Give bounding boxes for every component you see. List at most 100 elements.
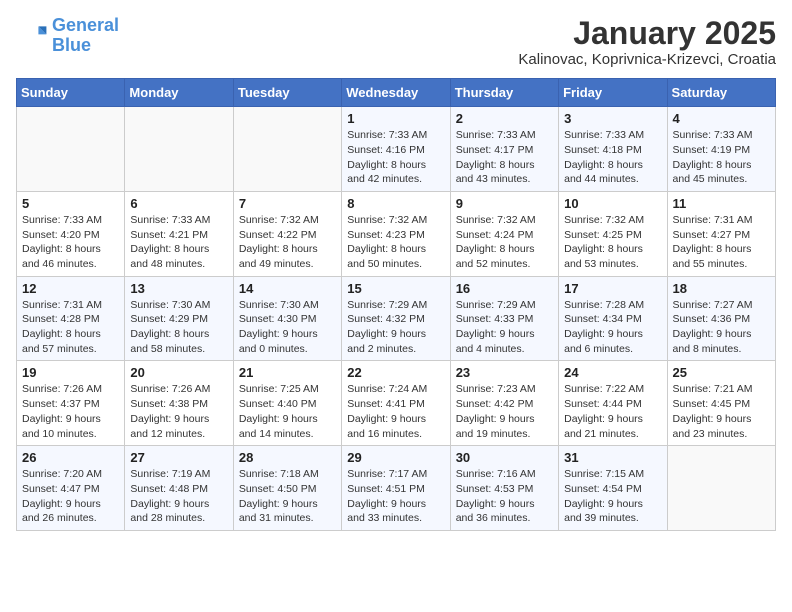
day-info: Sunrise: 7:31 AM Sunset: 4:27 PM Dayligh… [673, 213, 770, 272]
day-info: Sunrise: 7:26 AM Sunset: 4:37 PM Dayligh… [22, 382, 119, 441]
day-info: Sunrise: 7:21 AM Sunset: 4:45 PM Dayligh… [673, 382, 770, 441]
calendar-week-row: 12Sunrise: 7:31 AM Sunset: 4:28 PM Dayli… [17, 276, 776, 361]
day-number: 4 [673, 111, 770, 126]
day-number: 13 [130, 281, 227, 296]
day-info: Sunrise: 7:33 AM Sunset: 4:20 PM Dayligh… [22, 213, 119, 272]
calendar-cell: 22Sunrise: 7:24 AM Sunset: 4:41 PM Dayli… [342, 361, 450, 446]
logo-icon [16, 20, 48, 52]
day-info: Sunrise: 7:22 AM Sunset: 4:44 PM Dayligh… [564, 382, 661, 441]
day-number: 1 [347, 111, 444, 126]
day-of-week-header: Sunday [17, 79, 125, 107]
day-number: 5 [22, 196, 119, 211]
calendar-cell [233, 107, 341, 192]
day-info: Sunrise: 7:33 AM Sunset: 4:18 PM Dayligh… [564, 128, 661, 187]
day-info: Sunrise: 7:26 AM Sunset: 4:38 PM Dayligh… [130, 382, 227, 441]
day-number: 12 [22, 281, 119, 296]
day-info: Sunrise: 7:32 AM Sunset: 4:24 PM Dayligh… [456, 213, 553, 272]
calendar-title: January 2025 [518, 16, 776, 51]
day-info: Sunrise: 7:25 AM Sunset: 4:40 PM Dayligh… [239, 382, 336, 441]
day-number: 21 [239, 365, 336, 380]
day-number: 7 [239, 196, 336, 211]
calendar-cell: 21 Sunrise: 7:25 AM Sunset: 4:40 PM Dayli… [233, 361, 341, 446]
day-number: 8 [347, 196, 444, 211]
day-info: Sunrise: 7:32 AM Sunset: 4:22 PM Dayligh… [239, 213, 336, 272]
calendar-cell: 31 Sunrise: 7:15 AM Sunset: 4:54 PM Dayli… [559, 446, 667, 531]
day-of-week-header: Wednesday [342, 79, 450, 107]
day-number: 31 [564, 450, 661, 465]
calendar-cell: 4 Sunrise: 7:33 AM Sunset: 4:19 PM Daylig… [667, 107, 775, 192]
day-number: 19 [22, 365, 119, 380]
calendar-cell: 25Sunrise: 7:21 AM Sunset: 4:45 PM Dayli… [667, 361, 775, 446]
day-info: Sunrise: 7:28 AM Sunset: 4:34 PM Dayligh… [564, 298, 661, 357]
day-number: 29 [347, 450, 444, 465]
day-info: Sunrise: 7:15 AM Sunset: 4:54 PM Dayligh… [564, 467, 661, 526]
calendar-cell: 6 Sunrise: 7:33 AM Sunset: 4:21 PM Daylig… [125, 191, 233, 276]
day-of-week-header: Saturday [667, 79, 775, 107]
day-info: Sunrise: 7:23 AM Sunset: 4:42 PM Dayligh… [456, 382, 553, 441]
calendar-cell: 7 Sunrise: 7:32 AM Sunset: 4:22 PM Daylig… [233, 191, 341, 276]
calendar-cell: 11Sunrise: 7:31 AM Sunset: 4:27 PM Dayli… [667, 191, 775, 276]
calendar-cell: 10Sunrise: 7:32 AM Sunset: 4:25 PM Dayli… [559, 191, 667, 276]
calendar-cell: 20 Sunrise: 7:26 AM Sunset: 4:38 PM Dayli… [125, 361, 233, 446]
day-info: Sunrise: 7:30 AM Sunset: 4:29 PM Dayligh… [130, 298, 227, 357]
calendar-cell: 24Sunrise: 7:22 AM Sunset: 4:44 PM Dayli… [559, 361, 667, 446]
day-number: 6 [130, 196, 227, 211]
day-number: 14 [239, 281, 336, 296]
calendar-body: 1Sunrise: 7:33 AM Sunset: 4:16 PM Daylig… [17, 107, 776, 531]
day-number: 30 [456, 450, 553, 465]
calendar-cell: 3 Sunrise: 7:33 AM Sunset: 4:18 PM Daylig… [559, 107, 667, 192]
day-number: 17 [564, 281, 661, 296]
day-info: Sunrise: 7:19 AM Sunset: 4:48 PM Dayligh… [130, 467, 227, 526]
calendar-cell: 18 Sunrise: 7:27 AM Sunset: 4:36 PM Dayli… [667, 276, 775, 361]
calendar-cell: 8 Sunrise: 7:32 AM Sunset: 4:23 PM Daylig… [342, 191, 450, 276]
logo: General Blue [16, 16, 119, 56]
day-number: 9 [456, 196, 553, 211]
day-info: Sunrise: 7:16 AM Sunset: 4:53 PM Dayligh… [456, 467, 553, 526]
day-of-week-header: Thursday [450, 79, 558, 107]
calendar-cell: 5 Sunrise: 7:33 AM Sunset: 4:20 PM Daylig… [17, 191, 125, 276]
day-number: 23 [456, 365, 553, 380]
day-info: Sunrise: 7:32 AM Sunset: 4:25 PM Dayligh… [564, 213, 661, 272]
day-info: Sunrise: 7:32 AM Sunset: 4:23 PM Dayligh… [347, 213, 444, 272]
day-of-week-header: Friday [559, 79, 667, 107]
day-number: 3 [564, 111, 661, 126]
day-info: Sunrise: 7:27 AM Sunset: 4:36 PM Dayligh… [673, 298, 770, 357]
calendar-cell: 29 Sunrise: 7:17 AM Sunset: 4:51 PM Dayli… [342, 446, 450, 531]
page-header: General Blue January 2025 Kalinovac, Kop… [16, 16, 776, 68]
day-info: Sunrise: 7:20 AM Sunset: 4:47 PM Dayligh… [22, 467, 119, 526]
calendar-week-row: 19 Sunrise: 7:26 AM Sunset: 4:37 PM Dayli… [17, 361, 776, 446]
logo-text: General Blue [52, 16, 119, 56]
day-info: Sunrise: 7:29 AM Sunset: 4:33 PM Dayligh… [456, 298, 553, 357]
day-info: Sunrise: 7:24 AM Sunset: 4:41 PM Dayligh… [347, 382, 444, 441]
calendar-header: SundayMondayTuesdayWednesdayThursdayFrid… [17, 79, 776, 107]
calendar-cell: 26Sunrise: 7:20 AM Sunset: 4:47 PM Dayli… [17, 446, 125, 531]
calendar-cell: 28Sunrise: 7:18 AM Sunset: 4:50 PM Dayli… [233, 446, 341, 531]
calendar-cell: 1Sunrise: 7:33 AM Sunset: 4:16 PM Daylig… [342, 107, 450, 192]
calendar-subtitle: Kalinovac, Koprivnica-Krizevci, Croatia [518, 51, 776, 68]
day-of-week-header: Tuesday [233, 79, 341, 107]
day-number: 16 [456, 281, 553, 296]
day-number: 2 [456, 111, 553, 126]
day-info: Sunrise: 7:33 AM Sunset: 4:21 PM Dayligh… [130, 213, 227, 272]
day-info: Sunrise: 7:33 AM Sunset: 4:17 PM Dayligh… [456, 128, 553, 187]
day-of-week-header: Monday [125, 79, 233, 107]
day-info: Sunrise: 7:17 AM Sunset: 4:51 PM Dayligh… [347, 467, 444, 526]
calendar-cell: 14Sunrise: 7:30 AM Sunset: 4:30 PM Dayli… [233, 276, 341, 361]
day-number: 20 [130, 365, 227, 380]
day-number: 27 [130, 450, 227, 465]
title-block: January 2025 Kalinovac, Koprivnica-Krize… [518, 16, 776, 68]
calendar-cell [125, 107, 233, 192]
calendar-cell [17, 107, 125, 192]
day-info: Sunrise: 7:33 AM Sunset: 4:19 PM Dayligh… [673, 128, 770, 187]
calendar-cell: 12Sunrise: 7:31 AM Sunset: 4:28 PM Dayli… [17, 276, 125, 361]
day-info: Sunrise: 7:18 AM Sunset: 4:50 PM Dayligh… [239, 467, 336, 526]
calendar-cell: 2 Sunrise: 7:33 AM Sunset: 4:17 PM Daylig… [450, 107, 558, 192]
calendar-cell: 9 Sunrise: 7:32 AM Sunset: 4:24 PM Daylig… [450, 191, 558, 276]
calendar-cell [667, 446, 775, 531]
calendar-table: SundayMondayTuesdayWednesdayThursdayFrid… [16, 78, 776, 531]
calendar-cell: 16 Sunrise: 7:29 AM Sunset: 4:33 PM Dayli… [450, 276, 558, 361]
calendar-week-row: 5 Sunrise: 7:33 AM Sunset: 4:20 PM Daylig… [17, 191, 776, 276]
day-number: 18 [673, 281, 770, 296]
day-info: Sunrise: 7:29 AM Sunset: 4:32 PM Dayligh… [347, 298, 444, 357]
day-number: 15 [347, 281, 444, 296]
